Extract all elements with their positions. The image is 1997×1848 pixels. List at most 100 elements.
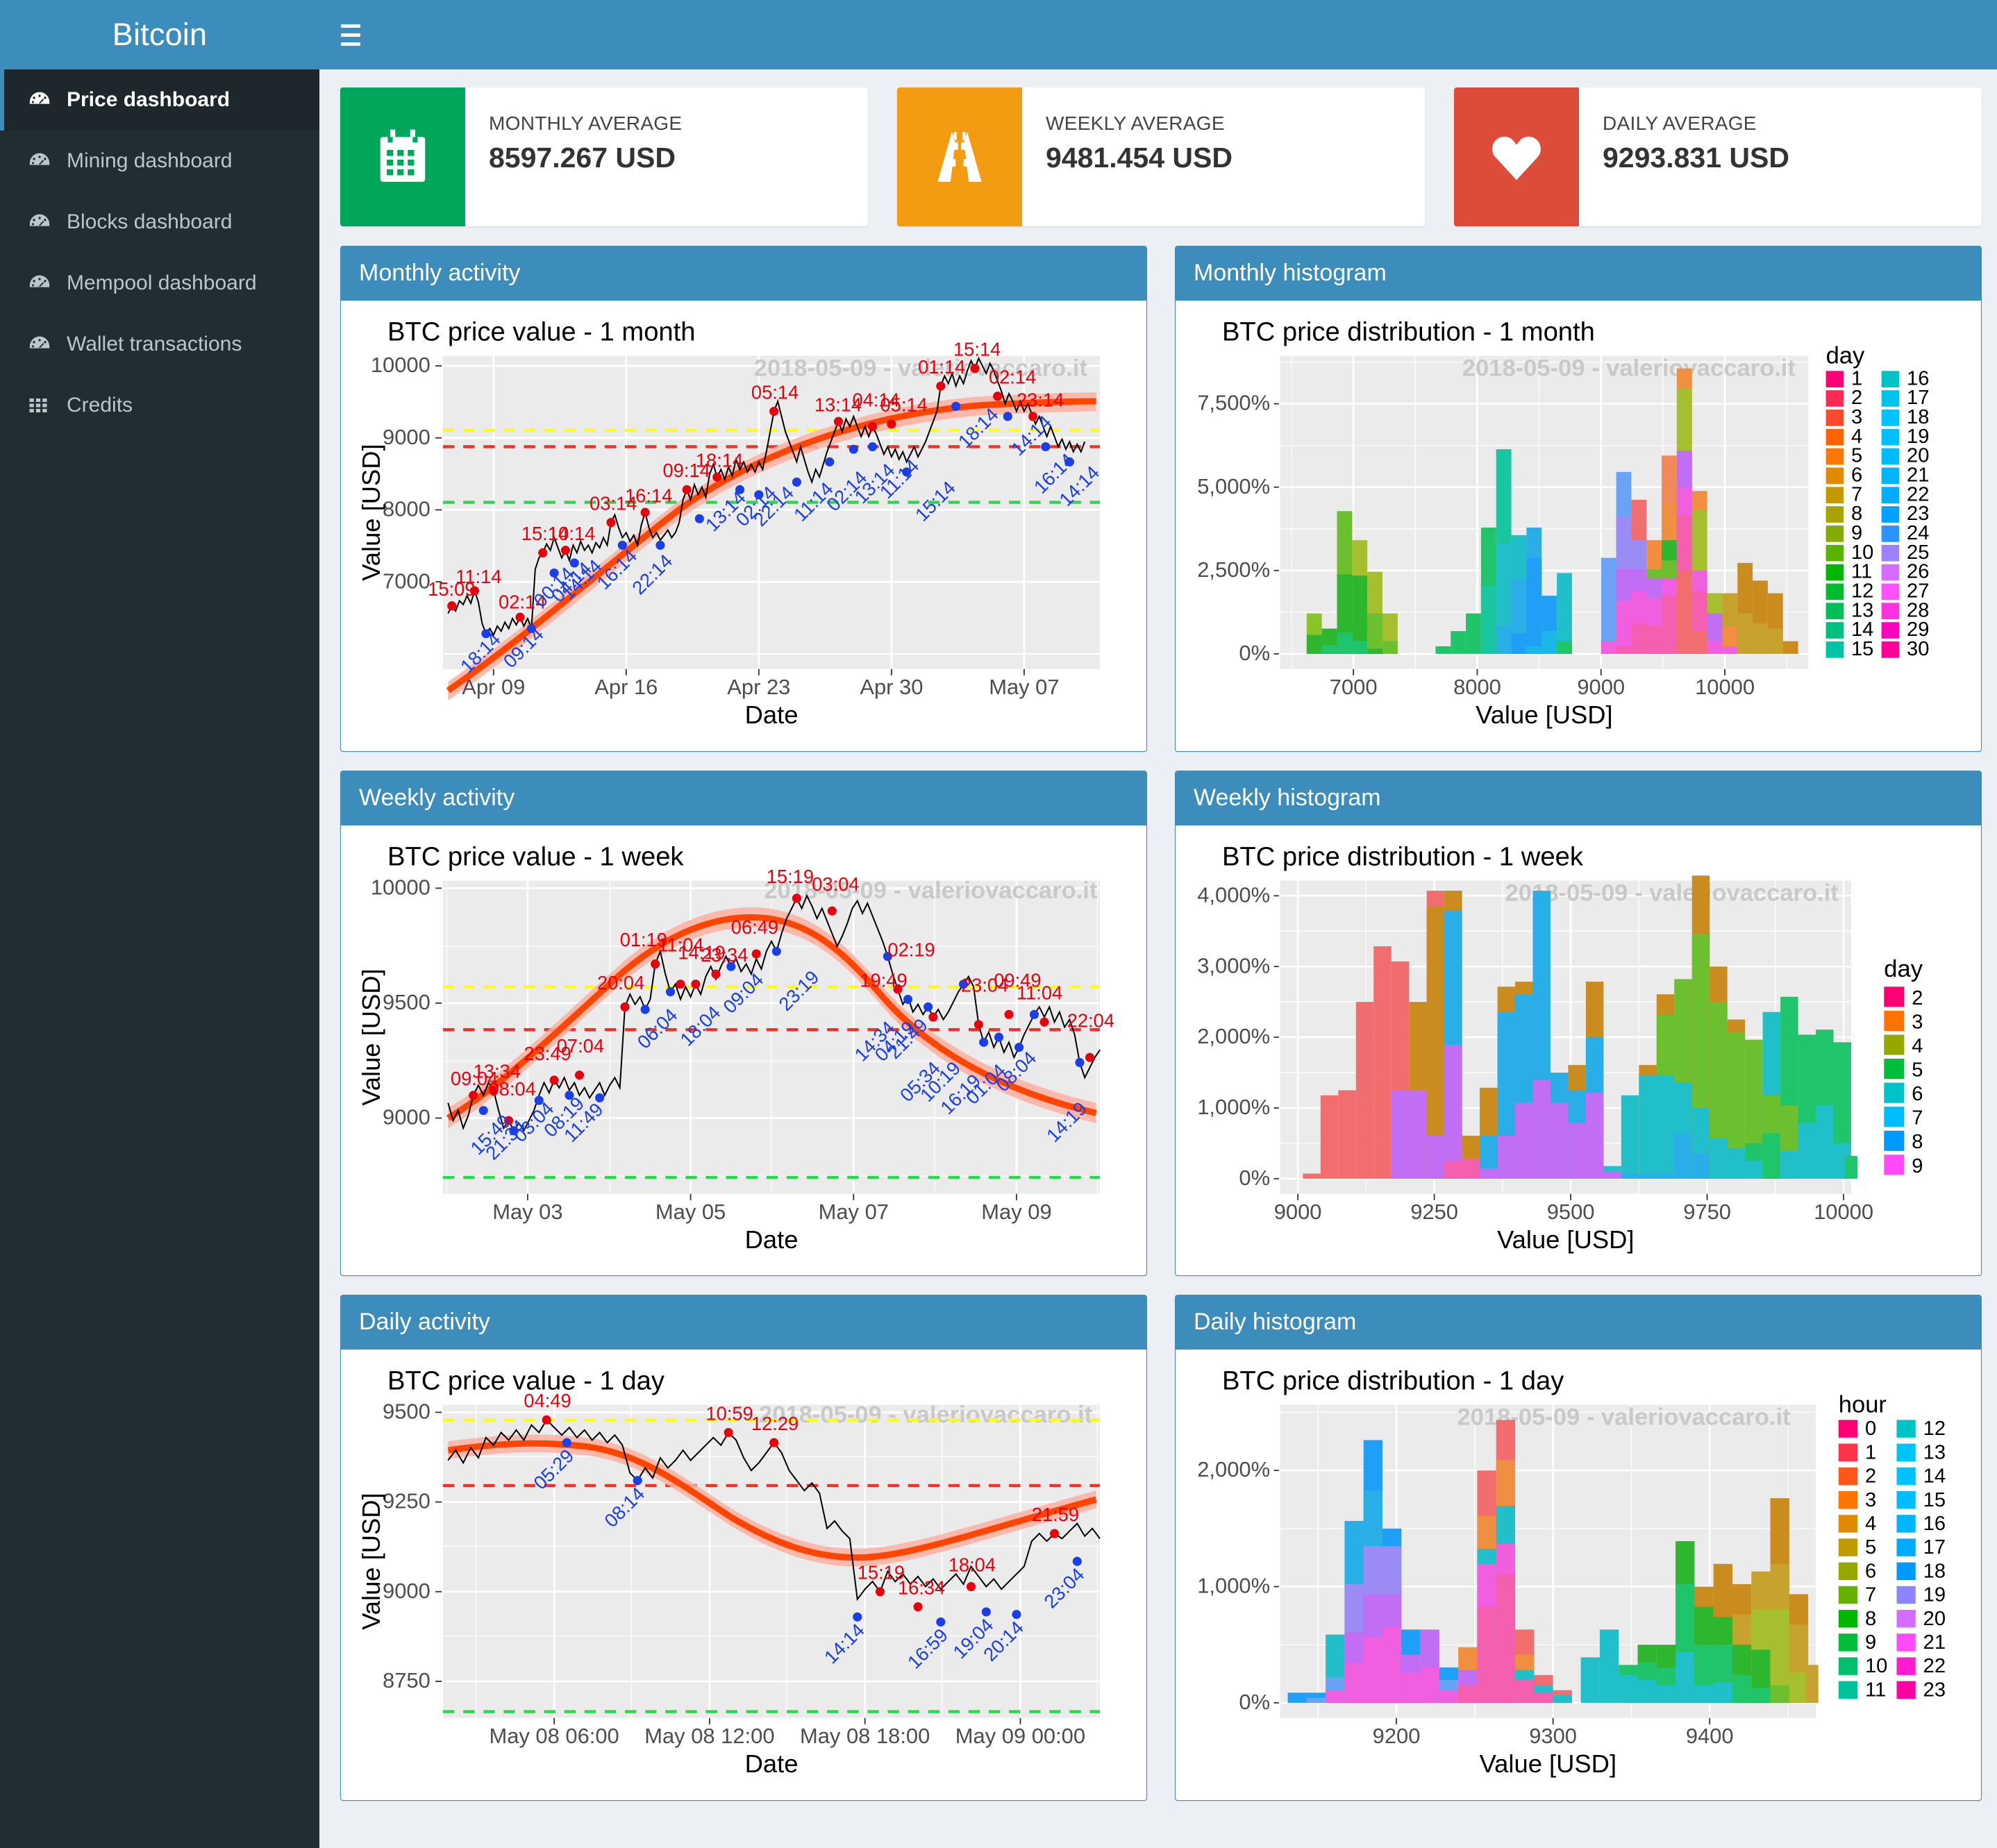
infobox-icon-wrap: [897, 87, 1022, 226]
sidebar-item-credits[interactable]: Credits: [0, 375, 319, 436]
legend-swatch: [1896, 1657, 1916, 1675]
svg-text:May 09 00:00: May 09 00:00: [955, 1724, 1085, 1748]
svg-text:May 08 18:00: May 08 18:00: [800, 1724, 930, 1748]
legend-label: 2: [1865, 1465, 1876, 1488]
legend-swatch: [1896, 1562, 1916, 1581]
sidebar-item-wallet-transactions[interactable]: Wallet transactions: [0, 314, 319, 375]
svg-text:Value [USD]: Value [USD]: [357, 1493, 385, 1630]
infobox-weekly-average[interactable]: WEEKLY AVERAGE 9481.454 USD: [897, 87, 1425, 226]
legend-label: 2: [1912, 986, 1923, 1009]
svg-text:9250: 9250: [383, 1489, 431, 1513]
legend-label: 15: [1923, 1489, 1946, 1511]
infobox-icon-wrap: [340, 87, 465, 226]
svg-text:3,000%: 3,000%: [1197, 953, 1270, 977]
legend-swatch: [1881, 487, 1900, 503]
legend-swatch: [1825, 622, 1844, 639]
infobox-daily-average[interactable]: DAILY AVERAGE 9293.831 USD: [1454, 87, 1982, 226]
dashboard-main: MONTHLY AVERAGE 8597.267 USD WEEKLY AVER…: [319, 69, 1997, 1848]
legend-swatch: [1884, 1082, 1905, 1103]
legend-swatch: [1825, 467, 1844, 485]
road-icon: [937, 132, 982, 182]
panel-weekly-activity: Weekly activity BTC price value - 1 week: [340, 770, 1147, 1277]
svg-text:03:04: 03:04: [812, 873, 859, 895]
legend-label: 5: [1912, 1059, 1923, 1081]
legend-swatch: [1825, 448, 1844, 465]
chart-title: BTC price distribution - 1 week: [1222, 841, 1584, 871]
legend-swatch: [1881, 544, 1900, 562]
legend-swatch: [1825, 564, 1844, 581]
legend-swatch: [1881, 467, 1900, 485]
infobox-title: WEEKLY AVERAGE: [1046, 112, 1225, 134]
svg-text:7000: 7000: [1330, 675, 1378, 699]
svg-text:19:49: 19:49: [860, 969, 907, 991]
svg-text:Value [USD]: Value [USD]: [1480, 1749, 1616, 1778]
svg-text:2,000%: 2,000%: [1197, 1024, 1270, 1048]
legend-label: 4: [1912, 1035, 1923, 1057]
svg-text:10000: 10000: [1814, 1200, 1873, 1224]
svg-text:day: day: [1826, 342, 1865, 369]
sidebar-item-mempool-dashboard[interactable]: Mempool dashboard: [0, 253, 319, 314]
panel-daily-histogram: Daily histogram BTC price distribution -…: [1175, 1295, 1982, 1801]
panel-monthly-histogram: Monthly histogram BTC price distribution…: [1175, 246, 1982, 752]
legend-swatch: [1825, 371, 1844, 387]
svg-text:8000: 8000: [383, 497, 431, 521]
panel-title: Monthly activity: [341, 246, 1146, 301]
brand-title[interactable]: Bitcoin: [0, 0, 319, 69]
legend-swatch: [1884, 1010, 1905, 1031]
panel-row-monthly: Monthly activity BTC price value - 1 mon…: [340, 246, 1982, 752]
legend-swatch: [1881, 390, 1900, 407]
legend-swatch: [1881, 506, 1900, 523]
svg-text:8750: 8750: [383, 1668, 431, 1692]
dashboard-icon: [28, 210, 67, 234]
svg-text:May 08 06:00: May 08 06:00: [489, 1724, 619, 1748]
svg-text:May 08 12:00: May 08 12:00: [644, 1724, 774, 1748]
legend-swatch: [1825, 506, 1844, 523]
summary-cards-row: MONTHLY AVERAGE 8597.267 USD WEEKLY AVER…: [340, 87, 1982, 226]
legend-label: 23: [1923, 1679, 1946, 1702]
legend-swatch: [1884, 1034, 1905, 1055]
svg-text:May 07: May 07: [819, 1200, 889, 1224]
legend-swatch: [1838, 1491, 1858, 1509]
legend-swatch: [1896, 1467, 1916, 1486]
legend-swatch: [1825, 641, 1844, 658]
infobox-value: 9293.831 USD: [1603, 142, 1789, 174]
calendar-icon: [380, 129, 426, 182]
sidebar-item-label: Mining dashboard: [67, 149, 233, 172]
legend-swatch: [1896, 1586, 1916, 1604]
grid-icon: [28, 395, 67, 416]
legend-label: 0: [1865, 1418, 1876, 1440]
legend-label: 12: [1923, 1418, 1946, 1440]
legend-label: 8: [1865, 1608, 1876, 1630]
legend-swatch: [1896, 1420, 1916, 1438]
svg-text:18:14: 18:14: [696, 450, 743, 471]
heart-icon: [1492, 136, 1541, 180]
svg-text:15:14: 15:14: [953, 338, 1001, 360]
svg-text:Value [USD]: Value [USD]: [1476, 700, 1612, 729]
infobox-monthly-average[interactable]: MONTHLY AVERAGE 8597.267 USD: [340, 87, 868, 226]
sidebar-item-blocks-dashboard[interactable]: Blocks dashboard: [0, 192, 319, 253]
sidebar-item-label: Credits: [67, 394, 133, 417]
panel-weekly-histogram: Weekly histogram BTC price distribution …: [1175, 770, 1982, 1277]
dashboard-icon: [28, 333, 67, 356]
legend-swatch: [1838, 1515, 1858, 1533]
legend-swatch: [1881, 603, 1900, 620]
chart-watermark: 2018-05-09 - valeriovaccaro.it: [759, 1402, 1093, 1428]
hamburger-icon[interactable]: [319, 0, 382, 69]
legend-swatch: [1838, 1443, 1858, 1462]
svg-text:2,500%: 2,500%: [1197, 557, 1270, 582]
legend-swatch: [1896, 1443, 1916, 1462]
sidebar-item-mining-dashboard[interactable]: Mining dashboard: [0, 131, 319, 192]
svg-text:07:04: 07:04: [557, 1035, 604, 1057]
svg-text:4,000%: 4,000%: [1197, 882, 1270, 907]
sidebar-item-price-dashboard[interactable]: Price dashboard: [0, 69, 319, 131]
svg-text:11:04: 11:04: [1017, 982, 1062, 1003]
panel-title: Daily activity: [341, 1295, 1146, 1350]
svg-text:9500: 9500: [1547, 1200, 1595, 1224]
infobox-title: DAILY AVERAGE: [1603, 112, 1757, 134]
svg-text:Apr 23: Apr 23: [727, 675, 790, 699]
legend-label: 7: [1865, 1584, 1876, 1606]
legend-swatch: [1881, 641, 1900, 658]
legend-label: 1: [1865, 1442, 1876, 1464]
svg-text:02:14: 02:14: [989, 367, 1036, 388]
svg-text:1,000%: 1,000%: [1197, 1095, 1270, 1119]
